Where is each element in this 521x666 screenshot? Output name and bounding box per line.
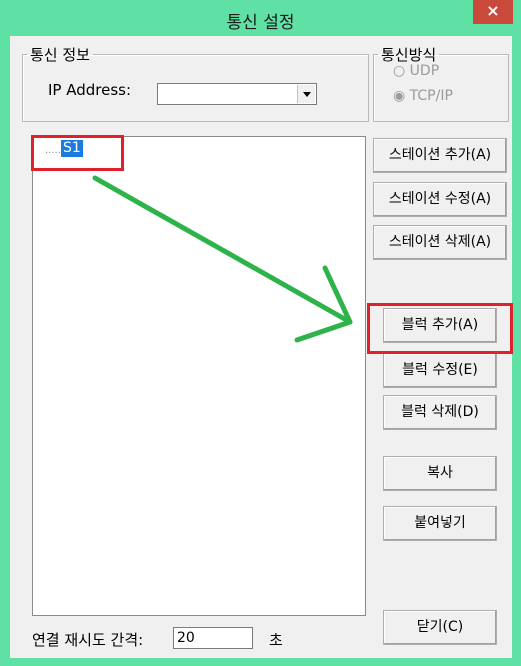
arrow-annotation-icon bbox=[92, 175, 353, 343]
dialog-window: 통신 설정 × 통신 정보 IP Address: 통신방식 ○ UDP ◉ T… bbox=[0, 0, 521, 666]
